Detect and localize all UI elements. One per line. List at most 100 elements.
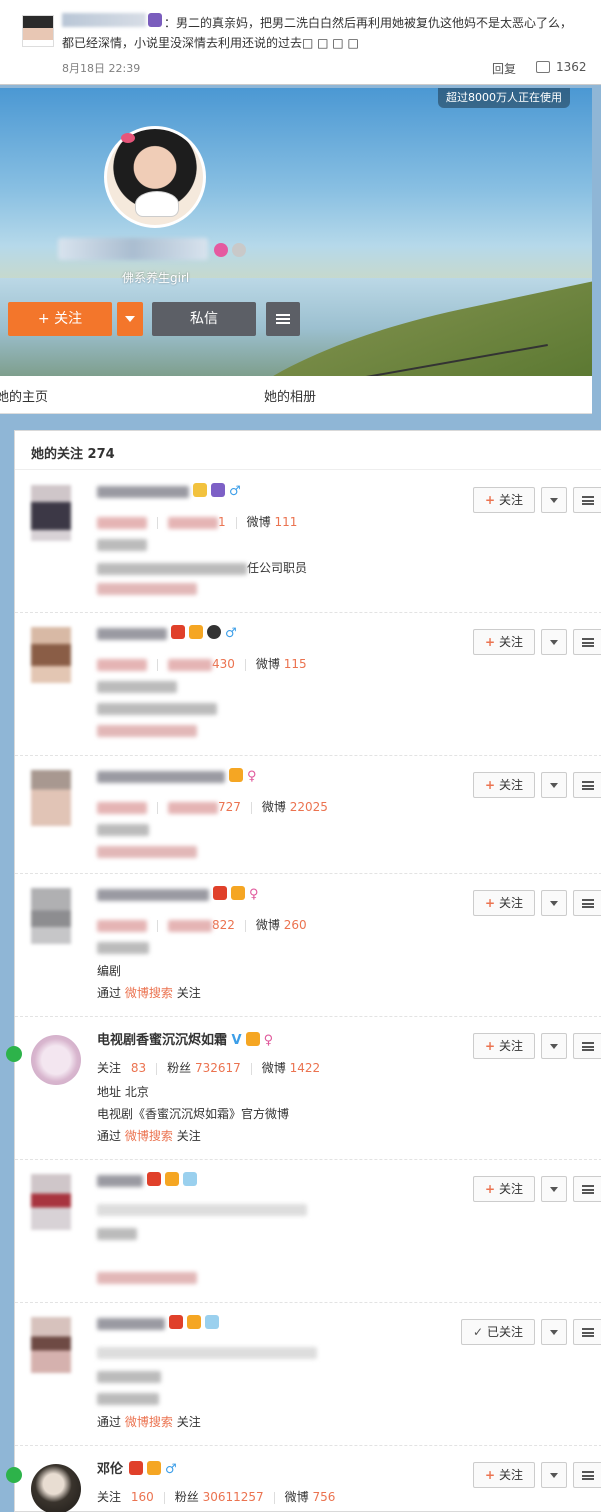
tab-home[interactable]: 她的主页 [0,386,48,405]
follow-dropdown-button[interactable] [117,302,143,336]
user-avatar[interactable] [31,485,71,541]
user-name[interactable]: ♂ [97,625,237,641]
follow-list-title: 她的关注 274 [31,447,115,462]
more-menu-button[interactable] [573,487,601,513]
crown-icon [187,1315,201,1329]
follow-dropdown-button[interactable] [541,890,567,916]
like-button[interactable]: 1362 [536,60,587,74]
follow-dropdown-button[interactable] [541,629,567,655]
profile-avatar[interactable] [104,126,206,228]
more-menu-button[interactable] [573,1319,601,1345]
follow-label: 关注 [499,1182,524,1196]
via-blurred [97,582,197,595]
follow-button[interactable]: + 关注 [473,487,535,513]
bunny-ears-decoration [135,191,179,217]
user-avatar[interactable] [31,1035,81,1085]
user-stats: 关注 160 粉丝 30611257 微博 756 [97,1488,335,1505]
tab-album[interactable]: 她的相册 [264,386,316,405]
menu-icon [582,781,594,790]
crown-icon [229,768,243,782]
fans-count[interactable]: 30611257 [203,1490,264,1504]
following-label: 关注 [97,1490,122,1504]
user-avatar[interactable] [31,1174,71,1230]
menu-icon [582,1471,594,1480]
profile-tabs: 她的主页 她的相册 [0,376,592,414]
user-via: 通过 微博搜索 关注 [97,984,201,1001]
user-stats-blurred [97,1202,307,1216]
follow-dropdown-button[interactable] [541,1462,567,1488]
user-name[interactable]: ♂ [97,483,241,499]
follow-button[interactable]: + 关注 [473,629,535,655]
following-count[interactable]: 83 [131,1061,146,1075]
location-blurred [97,941,149,954]
reply-button[interactable]: 回复 [492,60,516,77]
fans-count[interactable]: 732617 [195,1061,241,1075]
follow-button[interactable]: + 关注 [473,772,535,798]
follow-button[interactable]: + 关注 [473,1462,535,1488]
divider [15,469,601,470]
location-blurred [97,1227,137,1240]
message-button[interactable]: 私信 [152,302,256,336]
user-avatar[interactable] [31,627,71,683]
follow-dropdown-button[interactable] [541,487,567,513]
list-item: + 关注 [15,1160,601,1303]
user-avatar[interactable] [31,888,71,944]
location-blurred [97,538,147,551]
location-blurred [97,823,149,836]
user-desc [97,1391,159,1405]
follow-button[interactable]: + 关注 [473,890,535,916]
follow-dropdown-button[interactable] [541,772,567,798]
weibo-count: 260 [283,918,307,932]
follow-dropdown-button[interactable] [541,1176,567,1202]
female-icon: ♀ [249,887,259,902]
follow-label: 关注 [499,896,524,910]
via-suffix: 关注 [176,1415,201,1429]
user-name[interactable] [97,1315,219,1331]
stats-blurred [168,658,212,671]
list-item: ♀ 822 微博 260 编剧 通过 微博搜索 关注 + 关注 [15,874,601,1017]
stats-blurred [168,801,218,814]
user-location [97,1226,137,1240]
user-name[interactable]: ♀ [97,886,259,902]
user-name[interactable]: ♀ [97,768,257,784]
user-avatar[interactable] [31,1317,71,1373]
user-via: 通过 微博搜索 关注 [97,1413,201,1430]
weibo-count[interactable]: 756 [313,1490,336,1504]
commenter-avatar[interactable] [22,15,54,47]
via-source-link[interactable]: 微博搜索 [125,986,173,1000]
user-avatar[interactable] [31,770,71,826]
weibo-label: 微博 [261,800,286,814]
comment-date: 8月18日 22:39 [62,62,141,75]
user-avatar[interactable] [31,1464,81,1512]
follow-button[interactable]: + 关注 [8,302,112,336]
user-name[interactable]: 电视剧香蜜沉沉烬如霜 V ♀ [97,1029,273,1048]
list-item: 电视剧香蜜沉沉烬如霜 V ♀ 关注 83 粉丝 732617 微博 1422 地址 北… [15,1017,601,1160]
weibo-count[interactable]: 1422 [290,1061,321,1075]
menu-icon [582,1328,594,1337]
profile-name-blurred [58,238,208,260]
more-menu-button[interactable] [573,890,601,916]
more-menu-button[interactable] [573,1176,601,1202]
via-source-link[interactable]: 微博搜索 [125,1415,173,1429]
more-menu-button[interactable] [573,1462,601,1488]
follow-dropdown-button[interactable] [541,1319,567,1345]
more-menu-button[interactable] [573,1033,601,1059]
user-name[interactable] [97,1172,197,1188]
profile-menu-button[interactable] [266,302,300,336]
follow-dropdown-button[interactable] [541,1033,567,1059]
user-name[interactable]: 邓伦 ♂ [97,1458,177,1477]
following-count[interactable]: 160 [131,1490,154,1504]
fans-count: 1 [218,515,226,529]
follow-button[interactable]: + 关注 [473,1176,535,1202]
list-item: 邓伦 ♂ 关注 160 粉丝 30611257 微博 756 + 关注 [15,1446,601,1512]
more-menu-button[interactable] [573,629,601,655]
more-menu-button[interactable] [573,772,601,798]
following-button[interactable]: ✓ 已关注 [461,1319,535,1345]
via-source-link[interactable]: 微博搜索 [125,1129,173,1143]
crown-icon [189,625,203,639]
vip-badge-icon [171,625,185,639]
verified-v-icon: V [231,1033,242,1048]
fans-label: 粉丝 [174,1490,199,1504]
follow-button[interactable]: + 关注 [473,1033,535,1059]
commenter-name-blurred[interactable] [62,13,146,27]
